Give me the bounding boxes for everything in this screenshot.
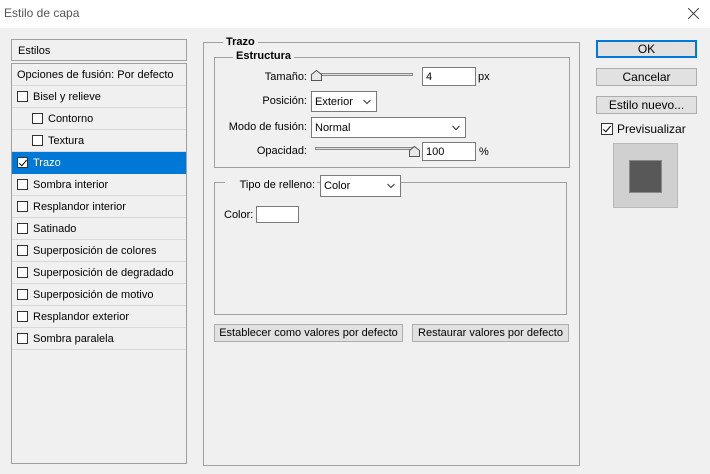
cancel-label: Cancelar — [622, 70, 671, 84]
sidebar-item[interactable]: Superposición de motivo — [12, 284, 186, 306]
size-slider-track[interactable] — [315, 73, 413, 76]
fill-type-value: Color — [324, 180, 351, 192]
sidebar-item[interactable]: Trazo — [12, 152, 186, 174]
ok-label: OK — [637, 42, 656, 56]
checkbox-icon[interactable] — [17, 311, 28, 322]
checkbox-icon[interactable] — [17, 267, 28, 278]
position-value: Exterior — [315, 96, 353, 108]
opacity-unit: % — [479, 146, 489, 158]
sidebar-item[interactable]: Textura — [12, 130, 186, 152]
opacity-label: Opacidad: — [256, 145, 307, 157]
fill-type-select[interactable]: Color — [320, 175, 401, 197]
stroke-section-title: Trazo — [223, 36, 258, 48]
blend-mode-label: Modo de fusión: — [228, 121, 307, 133]
checkbox-checked-icon[interactable] — [17, 157, 28, 168]
ok-button[interactable]: OK — [596, 40, 697, 58]
structure-title: Estructura — [233, 50, 295, 62]
sidebar-item-label: Opciones de fusión: Por defecto — [17, 68, 174, 81]
position-select[interactable]: Exterior — [311, 91, 377, 112]
styles-list: Opciones de fusión: Por defecto Bisel y r… — [11, 63, 187, 464]
sidebar-item-label: Sombra interior — [33, 178, 109, 191]
checkbox-icon[interactable] — [17, 91, 28, 102]
sidebar-item-label: Resplandor exterior — [33, 310, 129, 323]
checkbox-icon[interactable] — [32, 113, 43, 124]
fill-group — [214, 182, 567, 315]
position-label: Posición: — [262, 95, 307, 107]
sidebar-item[interactable]: Superposición de colores — [12, 240, 186, 262]
checkbox-icon[interactable] — [17, 333, 28, 344]
sidebar-item[interactable]: Satinado — [12, 218, 186, 240]
checkbox-icon[interactable] — [17, 245, 28, 256]
checkbox-icon[interactable] — [32, 135, 43, 146]
set-default-button[interactable]: Establecer como valores por defecto — [214, 324, 403, 342]
sidebar-item[interactable]: Superposición de degradado — [12, 262, 186, 284]
size-value: 4 — [426, 71, 433, 83]
sidebar-item[interactable]: Sombra interior — [12, 174, 186, 196]
size-unit: px — [478, 71, 490, 83]
reset-default-label: Restaurar valores por defecto — [418, 327, 563, 339]
sidebar-item[interactable]: Sombra paralela — [12, 328, 186, 350]
sidebar-item-label: Satinado — [33, 222, 77, 235]
close-icon[interactable] — [684, 4, 704, 24]
reset-default-button[interactable]: Restaurar valores por defecto — [412, 324, 569, 342]
color-label: Color: — [224, 209, 254, 221]
style-preview — [613, 143, 678, 208]
window-title: Estilo de capa — [4, 6, 80, 20]
preview-checkbox[interactable]: Previsualizar — [601, 122, 686, 136]
sidebar-item-label: Contorno — [48, 112, 94, 125]
sidebar-item[interactable]: Resplandor exterior — [12, 306, 186, 328]
title-bar: Estilo de capa — [0, 0, 710, 28]
opacity-value: 100 — [426, 146, 445, 158]
checkbox-icon[interactable] — [17, 289, 28, 300]
checkbox-checked-icon — [601, 123, 613, 135]
blend-mode-select[interactable]: Normal — [311, 117, 466, 138]
sidebar-item-label: Superposición de motivo — [33, 288, 154, 301]
chevron-down-icon — [363, 99, 371, 105]
sidebar-item-label: Superposición de degradado — [33, 266, 174, 279]
size-input[interactable]: 4 — [422, 67, 476, 86]
preview-label: Previsualizar — [617, 122, 686, 136]
size-label: Tamaño: — [264, 71, 307, 83]
set-default-label: Establecer como valores por defecto — [219, 327, 398, 339]
sidebar-item[interactable]: Opciones de fusión: Por defecto — [12, 64, 186, 86]
blend-mode-value: Normal — [315, 122, 351, 134]
preview-thumbnail — [629, 160, 662, 193]
checkbox-icon[interactable] — [17, 179, 28, 190]
sidebar-item-label: Textura — [48, 134, 85, 147]
sidebar-item[interactable]: Contorno — [12, 108, 186, 130]
chevron-down-icon — [387, 183, 395, 189]
size-slider-thumb[interactable] — [311, 70, 322, 81]
sidebar-item[interactable]: Resplandor interior — [12, 196, 186, 218]
new-style-label: Estilo nuevo... — [608, 98, 685, 112]
sidebar-item-label: Sombra paralela — [33, 332, 114, 345]
stroke-color-swatch[interactable] — [256, 206, 299, 223]
sidebar-item-label: Trazo — [33, 156, 61, 169]
new-style-button[interactable]: Estilo nuevo... — [596, 96, 697, 114]
checkbox-icon[interactable] — [17, 201, 28, 212]
opacity-slider-track[interactable] — [315, 147, 413, 150]
cancel-button[interactable]: Cancelar — [596, 68, 697, 86]
opacity-input[interactable]: 100 — [422, 142, 476, 161]
styles-header[interactable]: Estilos — [11, 39, 187, 61]
sidebar-item-label: Superposición de colores — [33, 244, 157, 257]
fill-type-label: Tipo de relleno: — [225, 179, 317, 191]
styles-header-label: Estilos — [18, 45, 51, 57]
sidebar-item[interactable]: Bisel y relieve — [12, 86, 186, 108]
opacity-slider-thumb[interactable] — [409, 146, 420, 157]
sidebar-item-label: Bisel y relieve — [33, 90, 101, 103]
chevron-down-icon — [452, 125, 460, 131]
sidebar-item-label: Resplandor interior — [33, 200, 126, 213]
checkbox-icon[interactable] — [17, 223, 28, 234]
